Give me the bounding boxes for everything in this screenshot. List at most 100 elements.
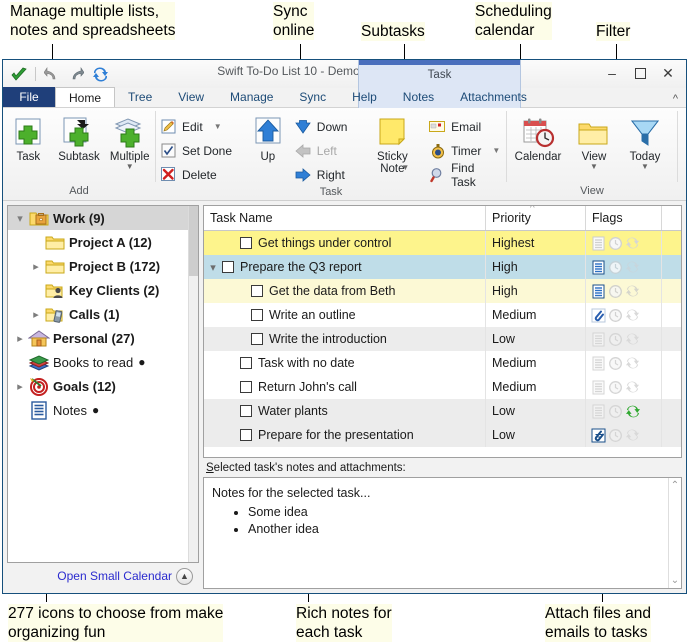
undo-icon[interactable] bbox=[43, 65, 61, 83]
chevron-up-circle-icon[interactable]: ▲ bbox=[176, 568, 193, 585]
chevron-down-icon[interactable]: ▼ bbox=[214, 122, 222, 131]
reminder-clock-flag-icon[interactable] bbox=[608, 404, 623, 419]
table-row[interactable]: Task with no date Medium bbox=[204, 351, 681, 375]
delete-button[interactable]: Delete bbox=[156, 164, 237, 185]
timer-button[interactable]: Timer ▼ bbox=[425, 140, 506, 161]
minimize-button[interactable]: – bbox=[598, 62, 626, 84]
chevron-down-icon[interactable]: ▼ bbox=[401, 164, 409, 171]
tab-file[interactable]: File bbox=[3, 87, 55, 107]
attachment-flag-icon[interactable] bbox=[591, 428, 606, 443]
note-flag-icon[interactable] bbox=[591, 332, 606, 347]
task-checkbox[interactable] bbox=[240, 429, 252, 441]
tab-view[interactable]: View bbox=[165, 87, 217, 107]
table-row[interactable]: Get the data from Beth High bbox=[204, 279, 681, 303]
table-row[interactable]: Water plants Low bbox=[204, 399, 681, 423]
reminder-clock-flag-icon[interactable] bbox=[608, 284, 623, 299]
table-row[interactable]: Return John's call Medium bbox=[204, 375, 681, 399]
move-up-button[interactable]: Up bbox=[245, 113, 291, 163]
tree-item-project-a[interactable]: Project A (12) bbox=[8, 230, 198, 254]
chevron-right-icon[interactable]: ▸ bbox=[12, 332, 28, 345]
chevron-down-icon[interactable]: ▾ bbox=[204, 261, 222, 274]
tab-help[interactable]: Help bbox=[339, 87, 390, 107]
notes-content[interactable]: Notes for the selected task... Some idea… bbox=[204, 478, 668, 588]
scroll-down-icon[interactable]: ⌄ bbox=[671, 575, 679, 586]
chevron-down-icon[interactable]: ▼ bbox=[590, 163, 598, 170]
tab-sync[interactable]: Sync bbox=[286, 87, 339, 107]
recurring-flag-icon[interactable] bbox=[625, 404, 641, 419]
table-row[interactable]: ▾ Prepare the Q3 report High bbox=[204, 255, 681, 279]
recurring-flag-icon[interactable] bbox=[625, 428, 640, 442]
find-task-button[interactable]: Find Task bbox=[425, 164, 506, 185]
tab-manage[interactable]: Manage bbox=[217, 87, 286, 107]
tree-item-notes[interactable]: Notes ● bbox=[8, 398, 198, 422]
task-checkbox[interactable] bbox=[240, 357, 252, 369]
reminder-clock-flag-icon[interactable] bbox=[608, 308, 623, 323]
recurring-flag-icon[interactable] bbox=[625, 284, 640, 298]
tab-home[interactable]: Home bbox=[55, 87, 115, 107]
view-button[interactable]: View ▼ bbox=[569, 113, 619, 170]
sync-icon[interactable] bbox=[91, 65, 109, 83]
chevron-down-icon[interactable]: ▾ bbox=[12, 212, 28, 225]
today-filter-button[interactable]: Today ▼ bbox=[619, 113, 671, 170]
email-button[interactable]: Email bbox=[425, 116, 506, 137]
task-checkbox[interactable] bbox=[222, 261, 234, 273]
tree-item-goals[interactable]: ▸ Goals (12) bbox=[8, 374, 198, 398]
swift-logo-icon[interactable] bbox=[10, 65, 28, 83]
calendar-button[interactable]: Calendar bbox=[507, 113, 569, 163]
table-row[interactable]: Get things under control Highest bbox=[204, 231, 681, 255]
column-header-flags[interactable]: Flags bbox=[586, 206, 662, 230]
chevron-right-icon[interactable]: ▸ bbox=[28, 260, 44, 273]
new-task-button[interactable]: Task bbox=[3, 113, 54, 163]
redo-icon[interactable] bbox=[67, 65, 85, 83]
open-small-calendar-link[interactable]: Open Small Calendar bbox=[57, 569, 172, 583]
chevron-down-icon[interactable]: ▼ bbox=[126, 163, 134, 170]
task-checkbox[interactable] bbox=[251, 333, 263, 345]
reminder-clock-flag-icon[interactable] bbox=[608, 380, 623, 395]
task-checkbox[interactable] bbox=[251, 309, 263, 321]
tree-item-work[interactable]: ▾ Work (9) bbox=[8, 206, 198, 230]
tree-scrollbar[interactable] bbox=[188, 206, 198, 562]
task-checkbox[interactable] bbox=[240, 381, 252, 393]
new-subtask-button[interactable]: Subtask bbox=[54, 113, 105, 163]
reminder-clock-flag-icon[interactable] bbox=[608, 236, 623, 251]
column-header-priority[interactable]: Priority ^ bbox=[486, 206, 586, 230]
task-table[interactable]: Task Name Priority ^ Flags Get things un… bbox=[203, 205, 682, 458]
chevron-up-icon[interactable]: ^ bbox=[673, 93, 678, 105]
table-row[interactable]: Write the introduction Low bbox=[204, 327, 681, 351]
sticky-note-button[interactable]: Sticky Note ▼ bbox=[368, 113, 418, 171]
tree-scrollbar-thumb[interactable] bbox=[189, 206, 198, 276]
reminder-clock-flag-icon[interactable] bbox=[608, 332, 623, 347]
recurring-flag-icon[interactable] bbox=[625, 380, 640, 394]
table-row[interactable]: Write an outline Medium bbox=[204, 303, 681, 327]
tree-item-books-to-read[interactable]: Books to read ● bbox=[8, 350, 198, 374]
recurring-flag-icon[interactable] bbox=[625, 236, 640, 250]
recurring-flag-icon[interactable] bbox=[625, 260, 640, 274]
list-tree[interactable]: ▾ Work (9) bbox=[7, 205, 199, 563]
new-multiple-button[interactable]: Multiple ▼ bbox=[104, 113, 155, 170]
reminder-clock-flag-icon[interactable] bbox=[608, 428, 623, 443]
tree-item-calls[interactable]: ▸ Calls (1) bbox=[8, 302, 198, 326]
tab-tree[interactable]: Tree bbox=[115, 87, 165, 107]
task-checkbox[interactable] bbox=[240, 237, 252, 249]
chevron-down-icon[interactable]: ▼ bbox=[492, 146, 500, 155]
reminder-clock-flag-icon[interactable] bbox=[608, 356, 623, 371]
task-checkbox[interactable] bbox=[240, 405, 252, 417]
note-flag-icon[interactable] bbox=[591, 284, 606, 299]
note-flag-icon[interactable] bbox=[591, 236, 606, 251]
tree-item-project-b[interactable]: ▸ Project B (172) bbox=[8, 254, 198, 278]
chevron-down-icon[interactable]: ▼ bbox=[641, 163, 649, 170]
recurring-flag-icon[interactable] bbox=[625, 308, 640, 322]
table-row[interactable]: Prepare for the presentation Low bbox=[204, 423, 681, 447]
tree-item-key-clients[interactable]: Key Clients (2) bbox=[8, 278, 198, 302]
chevron-right-icon[interactable]: ▸ bbox=[28, 308, 44, 321]
reminder-clock-flag-icon[interactable] bbox=[608, 260, 623, 275]
edit-button[interactable]: Edit ▼ bbox=[156, 116, 237, 137]
notes-scrollbar[interactable]: ⌃ ⌄ bbox=[668, 478, 681, 588]
note-flag-icon[interactable] bbox=[591, 404, 606, 419]
attachment-flag-icon[interactable] bbox=[591, 308, 606, 323]
note-flag-icon[interactable] bbox=[591, 356, 606, 371]
notes-panel[interactable]: Notes for the selected task... Some idea… bbox=[203, 477, 682, 589]
recurring-flag-icon[interactable] bbox=[625, 332, 640, 346]
recurring-flag-icon[interactable] bbox=[625, 356, 640, 370]
note-flag-icon[interactable] bbox=[591, 260, 606, 275]
